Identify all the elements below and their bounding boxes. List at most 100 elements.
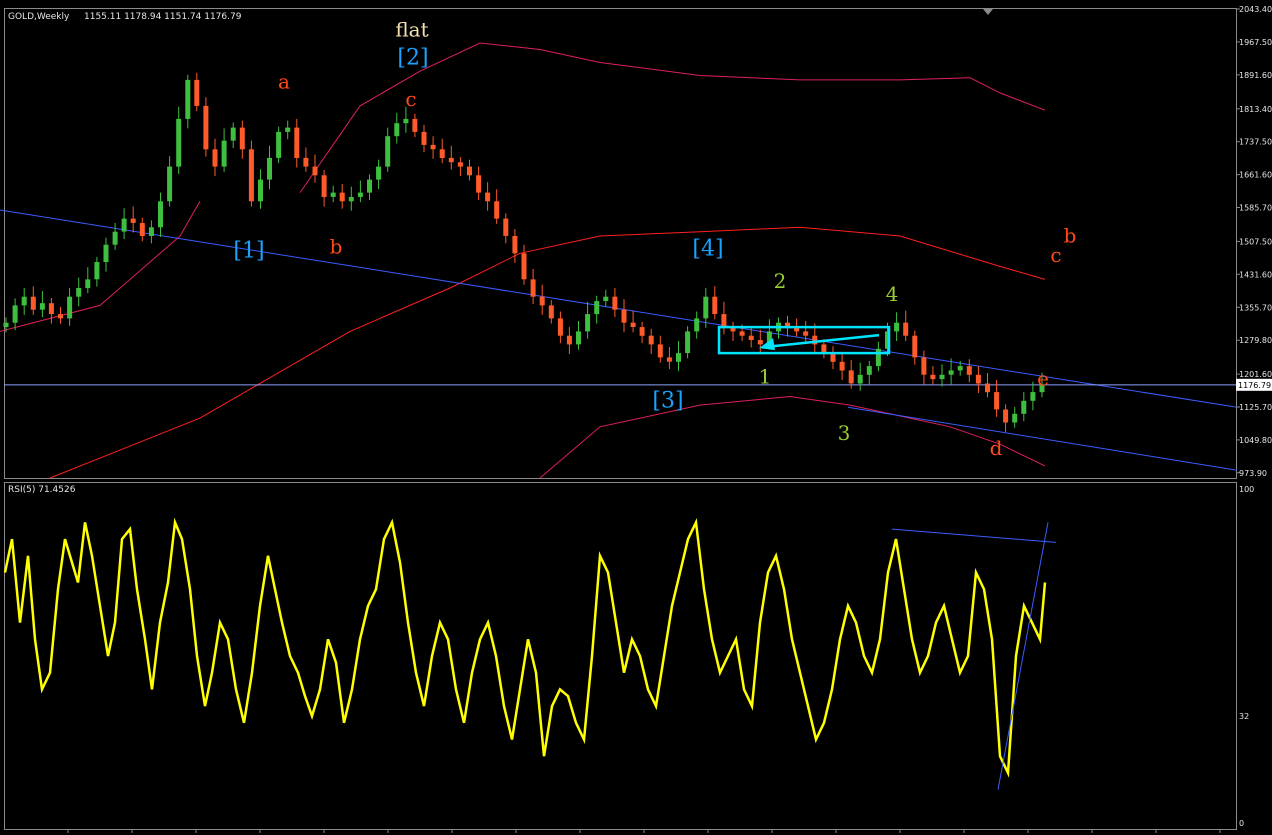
candle-body bbox=[248, 149, 254, 202]
candle-body bbox=[258, 179, 263, 202]
candle-body bbox=[985, 383, 990, 393]
candle-body bbox=[121, 218, 127, 232]
price-tick-label: 1891.60 bbox=[1239, 71, 1272, 80]
candle-body bbox=[439, 149, 445, 158]
candle-body bbox=[12, 305, 18, 323]
wave-labels: flat[2]ac[1] b [4]241[3]3decb bbox=[233, 18, 1076, 461]
candle-body bbox=[757, 340, 763, 345]
candle-body bbox=[403, 118, 409, 124]
rsi-indicator bbox=[3, 517, 1057, 790]
candle-body bbox=[948, 370, 954, 375]
candle-body bbox=[148, 227, 154, 236]
candle-body bbox=[58, 314, 63, 319]
candle-body bbox=[476, 175, 482, 193]
candle-body bbox=[530, 279, 536, 297]
candle-body bbox=[912, 335, 918, 358]
candle-body bbox=[939, 374, 945, 380]
candle-body bbox=[48, 303, 54, 314]
wave-label-10: [3] bbox=[652, 388, 683, 413]
candle-body bbox=[130, 218, 136, 223]
candle-body bbox=[1030, 392, 1036, 401]
candle-body bbox=[367, 179, 372, 193]
candle-body bbox=[921, 357, 927, 375]
rsi-trendline-2 bbox=[997, 522, 1049, 790]
candle-body bbox=[739, 331, 745, 336]
candle-body bbox=[703, 296, 709, 319]
candle-body bbox=[85, 279, 91, 289]
candle-body bbox=[848, 370, 854, 384]
rsi-axis: 100 32 0 bbox=[1239, 485, 1254, 828]
candle-body bbox=[294, 127, 300, 158]
candle-body bbox=[930, 374, 936, 380]
price-tick-label: 973.90 bbox=[1239, 469, 1267, 478]
rsi-header: RSI(5) 71.4526 bbox=[8, 485, 76, 495]
wave-label-8: 4 bbox=[886, 282, 899, 306]
rsi-trendline-1 bbox=[891, 528, 1057, 543]
candle-body bbox=[639, 327, 645, 336]
wave-label-14: c bbox=[1050, 243, 1061, 267]
price-tick-label: 1431.60 bbox=[1239, 270, 1272, 279]
wave-label-0: flat bbox=[395, 18, 428, 42]
chart-shift-marker[interactable] bbox=[983, 9, 993, 15]
candle-body bbox=[194, 79, 200, 106]
wave-label-15: b bbox=[1064, 224, 1077, 248]
candle-body bbox=[839, 361, 845, 371]
candle-body bbox=[3, 322, 9, 327]
envelope-lower-left bbox=[0, 201, 201, 332]
candle-body bbox=[21, 296, 27, 306]
price-tick-label: 1049.80 bbox=[1239, 436, 1272, 445]
candle-body bbox=[694, 318, 700, 332]
candle-body bbox=[67, 296, 73, 319]
candle-body bbox=[612, 296, 618, 310]
candle-body bbox=[312, 166, 318, 176]
candle-body bbox=[748, 335, 754, 340]
candle-body bbox=[603, 296, 609, 301]
candle-body bbox=[866, 366, 872, 375]
price-tick-label: 1813.40 bbox=[1239, 105, 1272, 114]
price-tick-label: 1125.70 bbox=[1239, 403, 1272, 412]
envelope-lower bbox=[539, 395, 1046, 479]
wave-label-2: a bbox=[278, 70, 290, 94]
candle-body bbox=[1003, 409, 1009, 423]
price-axis: 2043.40 1967.50 1891.60 1813.40 1737.50 1661.… bbox=[1236, 5, 1272, 478]
candle-body bbox=[267, 157, 272, 180]
wave-label-11: 3 bbox=[838, 421, 851, 445]
candle-body bbox=[666, 357, 672, 362]
candle-body bbox=[158, 201, 163, 228]
candle-body bbox=[39, 303, 45, 310]
candle-body bbox=[467, 166, 472, 176]
candle-body bbox=[721, 314, 727, 328]
candle-body bbox=[457, 162, 463, 167]
candle-body bbox=[212, 149, 218, 167]
candle-body bbox=[621, 309, 627, 323]
candle-body bbox=[30, 296, 36, 310]
candle-body bbox=[630, 322, 636, 327]
candle-body bbox=[1012, 413, 1018, 423]
candle-body bbox=[830, 353, 836, 362]
candle-body bbox=[239, 127, 245, 150]
rsi-tick-label: 32 bbox=[1239, 712, 1249, 721]
candle-body bbox=[503, 218, 509, 236]
candle-body bbox=[276, 131, 282, 158]
candle-body bbox=[857, 374, 863, 384]
ohlc-label: 1155.11 1178.94 1151.74 1176.79 bbox=[84, 12, 242, 22]
candle-body bbox=[685, 331, 691, 354]
candle-body bbox=[566, 335, 572, 345]
wave-label-9: 1 bbox=[759, 365, 772, 389]
candle-body bbox=[339, 192, 345, 202]
candle-body bbox=[285, 127, 291, 132]
candle-body bbox=[203, 105, 209, 150]
candle-body bbox=[94, 262, 100, 280]
price-tick-label: 1507.50 bbox=[1239, 237, 1272, 246]
candle-body bbox=[412, 118, 418, 132]
wave-label-13: e bbox=[1037, 367, 1049, 391]
correction-rectangle bbox=[717, 325, 891, 355]
candle-body bbox=[803, 331, 809, 336]
candle-body bbox=[521, 253, 527, 280]
candle-body bbox=[1021, 400, 1027, 414]
candle-body bbox=[139, 223, 145, 236]
candle-body bbox=[376, 166, 382, 180]
candle-body bbox=[821, 344, 827, 354]
wave-label-6: [4] bbox=[692, 237, 723, 262]
candle-body bbox=[385, 136, 391, 167]
